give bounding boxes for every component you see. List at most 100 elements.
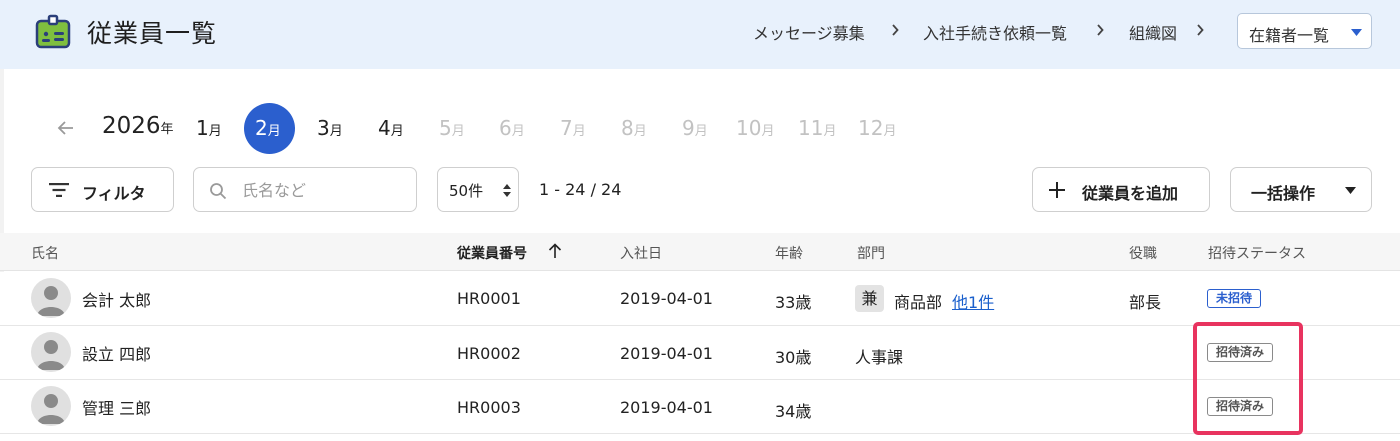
month-unit: 月 [208, 124, 222, 139]
month-number: 2 [255, 116, 268, 140]
breadcrumb-onboarding-requests[interactable]: 入社手続き依頼一覧 [923, 20, 1067, 44]
highlight-box [1193, 322, 1303, 435]
sort-updown-icon [503, 184, 511, 197]
arrow-left-icon[interactable] [56, 118, 76, 138]
month-unit: 月 [329, 124, 343, 139]
table-row[interactable]: 設立 四郎 HR0002 2019-04-01 30歳 人事課 招待済み [0, 326, 1400, 380]
breadcrumb-message-recruit[interactable]: メッセージ募集 [753, 20, 865, 44]
chevron-right-icon [1197, 24, 1204, 36]
year-value: 2026 [102, 113, 161, 139]
month-number: 3 [317, 116, 330, 140]
sort-ascending-icon[interactable] [548, 243, 562, 259]
month-number: 10 [736, 116, 762, 140]
month-number: 11 [798, 116, 824, 140]
column-header-age[interactable]: 年齢 [775, 243, 803, 263]
month-unit: 月 [267, 124, 281, 139]
bulk-actions-button[interactable]: 一括操作 [1230, 167, 1372, 212]
filter-icon [49, 183, 69, 197]
column-header-join-date[interactable]: 入社日 [620, 243, 662, 263]
chevron-right-icon [1097, 24, 1104, 36]
join-date: 2019-04-01 [620, 398, 713, 417]
month-number: 7 [560, 116, 573, 140]
department: 商品部 [894, 293, 943, 312]
month-number: 4 [378, 116, 391, 140]
table-header: 氏名 従業員番号 入社日 年齢 部門 役職 招待ステータス [0, 233, 1400, 271]
avatar [31, 386, 71, 426]
employee-name[interactable]: 会計 太郎 [82, 287, 151, 311]
join-date: 2019-04-01 [620, 289, 713, 308]
employee-badge-icon [35, 14, 71, 49]
month-3[interactable]: 3月 [317, 116, 343, 140]
person-icon [37, 394, 65, 424]
month-number: 12 [858, 116, 884, 140]
add-employee-button[interactable]: 従業員を追加 [1032, 167, 1210, 212]
table-row[interactable]: 会計 太郎 HR0001 2019-04-01 33歳 兼 商品部 他1件 部長… [0, 272, 1400, 326]
add-employee-label: 従業員を追加 [1082, 184, 1179, 203]
employee-status-select[interactable]: 在籍者一覧 [1237, 13, 1372, 49]
caret-down-icon [1345, 187, 1356, 194]
page-header: 従業員一覧 メッセージ募集 入社手続き依頼一覧 組織図 在籍者一覧 [0, 0, 1400, 69]
month-1[interactable]: 1月 [196, 116, 222, 140]
month-unit: 月 [823, 124, 837, 139]
department: 人事課 [855, 348, 904, 367]
table-row[interactable]: 管理 三郎 HR0003 2019-04-01 34歳 招待済み [0, 380, 1400, 434]
column-header-employee-number[interactable]: 従業員番号 [457, 243, 527, 263]
per-page-select[interactable]: 50件 [437, 167, 519, 212]
filter-button[interactable]: フィルタ [31, 167, 174, 212]
search-icon [210, 183, 227, 200]
month-unit: 月 [883, 124, 897, 139]
caret-down-icon [1351, 29, 1362, 36]
avatar [31, 278, 71, 318]
bulk-actions-label: 一括操作 [1251, 184, 1316, 203]
chevron-right-icon [892, 24, 899, 36]
table-row-partial [0, 434, 1400, 441]
year-unit: 年 [160, 122, 174, 137]
month-4[interactable]: 4月 [378, 116, 404, 140]
employee-name[interactable]: 設立 四郎 [82, 341, 151, 365]
month-unit: 月 [761, 124, 775, 139]
month-7: 7月 [560, 116, 586, 140]
month-11: 11月 [798, 116, 836, 140]
month-number: 8 [621, 116, 634, 140]
age: 34歳 [775, 402, 812, 421]
month-number: 1 [196, 116, 209, 140]
filter-button-label: フィルタ [82, 184, 146, 203]
column-header-name[interactable]: 氏名 [31, 243, 59, 263]
month-unit: 月 [633, 124, 647, 139]
month-unit: 月 [572, 124, 586, 139]
month-2-selected[interactable]: 2月 [244, 103, 295, 154]
page-title: 従業員一覧 [87, 19, 218, 48]
employee-number: HR0003 [457, 398, 521, 417]
employee-number: HR0001 [457, 289, 521, 308]
department-more-link[interactable]: 他1件 [952, 289, 994, 313]
month-5: 5月 [439, 116, 465, 140]
breadcrumb-org-chart[interactable]: 組織図 [1129, 20, 1177, 44]
column-header-department[interactable]: 部門 [857, 243, 885, 263]
age: 30歳 [775, 348, 812, 367]
search-input[interactable] [242, 178, 402, 202]
year-label: 2026年 [102, 113, 174, 139]
employee-number: HR0002 [457, 344, 521, 363]
plus-icon [1049, 182, 1065, 198]
position: 部長 [1129, 293, 1162, 312]
employee-status-select-label: 在籍者一覧 [1249, 26, 1330, 45]
month-unit: 月 [451, 124, 465, 139]
month-6: 6月 [499, 116, 525, 140]
join-date: 2019-04-01 [620, 344, 713, 363]
month-8: 8月 [621, 116, 647, 140]
employee-name[interactable]: 管理 三郎 [82, 395, 151, 419]
month-9: 9月 [682, 116, 708, 140]
month-12: 12月 [858, 116, 896, 140]
column-header-invite-status[interactable]: 招待ステータス [1208, 243, 1306, 263]
person-icon [37, 340, 65, 370]
age: 33歳 [775, 293, 812, 312]
person-icon [37, 286, 65, 316]
search-box[interactable] [193, 167, 417, 212]
month-unit: 月 [511, 124, 525, 139]
month-10: 10月 [736, 116, 774, 140]
result-range: 1 - 24 / 24 [539, 180, 622, 199]
avatar [31, 332, 71, 372]
month-number: 6 [499, 116, 512, 140]
column-header-position[interactable]: 役職 [1129, 243, 1157, 263]
status-badge: 未招待 [1207, 289, 1262, 308]
